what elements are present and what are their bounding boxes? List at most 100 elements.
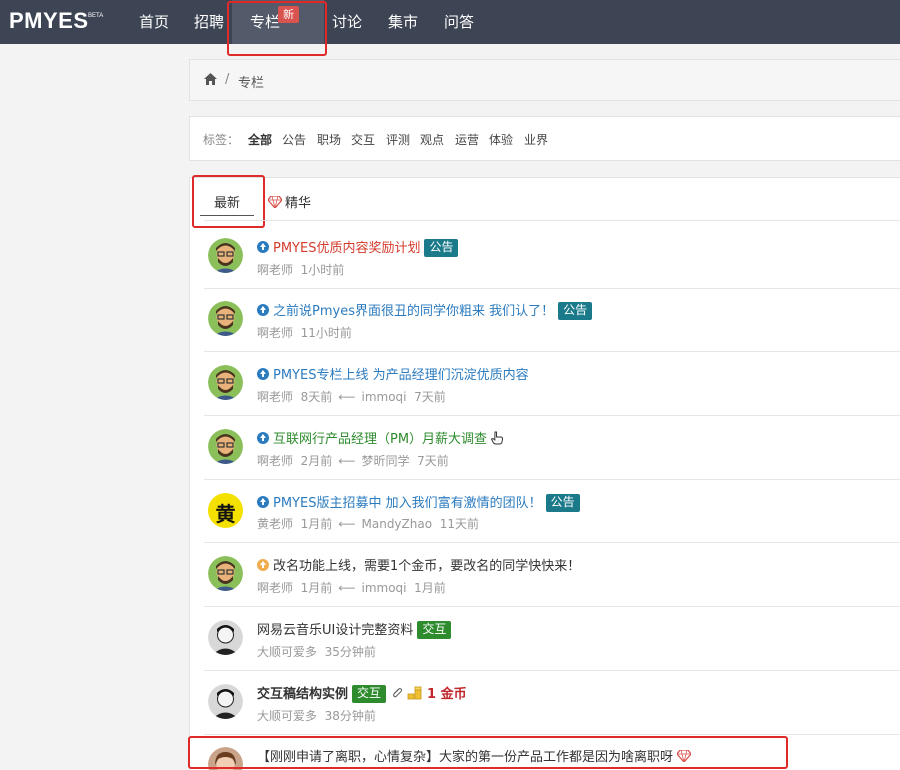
post-badge[interactable]: 公告	[545, 494, 580, 512]
post-author[interactable]: 啊老师	[257, 390, 293, 404]
nav-item-qa[interactable]: 问答	[441, 0, 477, 44]
tag-review[interactable]: 评测	[386, 131, 410, 148]
tag-announcement[interactable]: 公告	[282, 131, 306, 148]
post-title-3[interactable]: PMYES专栏上线 为产品经理们沉淀优质内容	[257, 364, 529, 383]
post-title-text: 网易云音乐UI设计完整资料	[257, 623, 414, 638]
breadcrumb: / 专栏	[189, 59, 900, 101]
upvote-icon[interactable]	[257, 304, 269, 316]
sketch-man-avatar[interactable]	[208, 684, 243, 719]
post-author[interactable]: 大顺可爱多	[257, 645, 317, 659]
post-badge[interactable]: 公告	[558, 302, 593, 320]
post-meta-7: 大顺可爱多 35分钟前	[257, 643, 376, 660]
post-title-text: 互联网行产品经理（PM）月薪大调查	[273, 432, 488, 447]
reply-author[interactable]: 梦昕同学	[362, 454, 410, 468]
bearded-man-avatar[interactable]	[208, 238, 243, 273]
post-meta-2: 啊老师 11小时前	[257, 324, 352, 341]
tag-opinion[interactable]: 观点	[420, 131, 444, 148]
site-logo[interactable]: PMYES	[9, 8, 89, 34]
upvote-icon[interactable]	[257, 559, 269, 571]
avatar-character: 黄	[215, 502, 236, 526]
upvote-icon[interactable]	[257, 368, 269, 380]
pointing-hand-icon	[490, 431, 504, 445]
post-title-4[interactable]: 互联网行产品经理（PM）月薪大调查	[257, 428, 504, 447]
bearded-man-avatar[interactable]	[208, 301, 243, 336]
post-title-7[interactable]: 网易云音乐UI设计完整资料 交互	[257, 619, 452, 639]
post-time: 8天前	[300, 390, 333, 404]
post-title-6[interactable]: 改名功能上线，需要1个金币，要改名的同学快快来！	[257, 555, 580, 574]
post-title-text: 之前说Pmyes界面很丑的同学你粗来 我们认了！	[273, 304, 555, 319]
post-badge[interactable]: 公告	[424, 239, 459, 257]
post-meta-1: 啊老师 1小时前	[257, 261, 344, 278]
row-divider	[204, 606, 900, 607]
home-icon[interactable]	[204, 73, 217, 85]
post-author[interactable]: 啊老师	[257, 326, 293, 340]
post-time: 1月前	[300, 581, 333, 595]
post-title-8[interactable]: 交互稿结构实例 交互 1 金币	[257, 683, 467, 703]
tab-featured[interactable]: 精华	[267, 192, 312, 211]
post-title-1[interactable]: PMYES优质内容奖励计划 公告	[257, 237, 459, 257]
diamond-icon	[676, 749, 692, 763]
row-divider	[204, 670, 900, 671]
post-badge[interactable]: 交互	[417, 621, 452, 639]
row-divider	[204, 542, 900, 543]
top-navbar: PMYES BETA 首页 招聘 专栏 新 讨论 集市 问答	[0, 0, 900, 44]
tag-filter-bar: 标签： 全部 公告 职场 交互 评测 观点 运营 体验 业界	[189, 116, 900, 161]
nav-item-jobs[interactable]: 招聘	[191, 0, 227, 44]
post-title-2[interactable]: 之前说Pmyes界面很丑的同学你粗来 我们认了！ 公告	[257, 300, 593, 320]
reply-arrow-icon: ⟵	[338, 581, 356, 595]
gold-coins-icon	[407, 686, 422, 700]
tag-all[interactable]: 全部	[248, 131, 272, 148]
reply-author[interactable]: immoqi	[362, 581, 407, 595]
post-time: 1小时前	[300, 263, 345, 277]
post-title-9[interactable]: 【刚刚申请了离职，心情复杂】大家的第一份产品工作都是因为啥离职呀	[257, 746, 692, 765]
new-badge: 新	[278, 6, 299, 23]
tab-latest[interactable]: 最新	[214, 192, 240, 211]
upvote-icon[interactable]	[257, 432, 269, 444]
post-author[interactable]: 啊老师	[257, 581, 293, 595]
reply-arrow-icon: ⟵	[338, 517, 356, 531]
tags-label: 标签：	[203, 133, 240, 147]
post-meta-3: 啊老师 8天前 ⟵ immoqi 7天前	[257, 388, 446, 405]
bearded-man-avatar[interactable]	[208, 556, 243, 591]
post-author[interactable]: 黄老师	[257, 517, 293, 531]
tag-industry[interactable]: 业界	[524, 131, 548, 148]
upvote-icon[interactable]	[257, 496, 269, 508]
reply-author[interactable]: immoqi	[362, 390, 407, 404]
post-reward: 1 金币	[427, 687, 467, 702]
post-title-text: 改名功能上线，需要1个金币，要改名的同学快快来！	[273, 559, 581, 574]
post-time: 38分钟前	[324, 709, 376, 723]
nav-item-home[interactable]: 首页	[136, 0, 172, 44]
post-title-text: 交互稿结构实例	[257, 687, 349, 702]
post-author[interactable]: 大顺可爱多	[257, 709, 317, 723]
tab-featured-label: 精华	[285, 196, 312, 211]
post-meta-5: 黄老师 1月前 ⟵ MandyZhao 11天前	[257, 515, 479, 532]
sketch-man-avatar[interactable]	[208, 620, 243, 655]
reply-time: 11天前	[439, 517, 479, 531]
post-title-text: 【刚刚申请了离职，心情复杂】大家的第一份产品工作都是因为啥离职呀	[257, 750, 674, 765]
bearded-man-avatar[interactable]	[208, 365, 243, 400]
post-author[interactable]: 啊老师	[257, 263, 293, 277]
tag-interaction[interactable]: 交互	[351, 131, 375, 148]
post-time: 35分钟前	[324, 645, 376, 659]
row-divider	[204, 479, 900, 480]
tag-operations[interactable]: 运营	[455, 131, 479, 148]
post-title-text: PMYES优质内容奖励计划	[273, 241, 421, 256]
paperclip-icon	[393, 688, 403, 698]
post-title-5[interactable]: PMYES版主招募中 加入我们富有激情的团队！ 公告	[257, 492, 580, 512]
tag-experience[interactable]: 体验	[489, 131, 513, 148]
post-author[interactable]: 啊老师	[257, 454, 293, 468]
huang-character-avatar[interactable]: 黄	[208, 493, 243, 528]
post-time: 11小时前	[300, 326, 352, 340]
nav-item-market[interactable]: 集市	[385, 0, 421, 44]
upvote-icon[interactable]	[257, 241, 269, 253]
tag-career[interactable]: 职场	[317, 131, 341, 148]
nav-item-discussion[interactable]: 讨论	[329, 0, 365, 44]
reply-arrow-icon: ⟵	[338, 390, 356, 404]
post-meta-4: 啊老师 2月前 ⟵ 梦昕同学 7天前	[257, 452, 449, 469]
post-time: 2月前	[300, 454, 333, 468]
reply-author[interactable]: MandyZhao	[362, 517, 433, 531]
reply-arrow-icon: ⟵	[338, 454, 356, 468]
bearded-man-avatar[interactable]	[208, 429, 243, 464]
post-badge[interactable]: 交互	[352, 685, 387, 703]
row-divider	[204, 351, 900, 352]
